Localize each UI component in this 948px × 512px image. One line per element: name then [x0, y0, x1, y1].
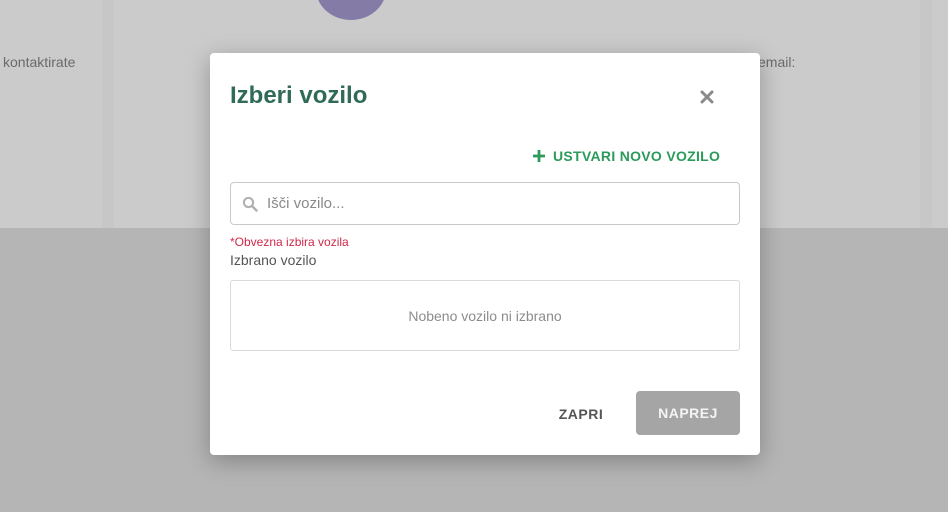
background-contact-text: kontaktirate — [3, 54, 76, 70]
selected-vehicle-box: Nobeno vozilo ni izbrano — [230, 280, 740, 351]
search-icon — [242, 196, 258, 212]
plus-icon — [533, 150, 545, 162]
close-icon[interactable] — [696, 86, 718, 108]
search-field[interactable] — [230, 182, 740, 225]
required-selection-note: *Obvezna izbira vozila — [230, 235, 349, 249]
background-card-right — [932, 0, 948, 228]
select-vehicle-modal: Izberi vozilo USTVARI NOVO VOZILO *Obvez… — [210, 53, 760, 455]
create-new-vehicle-button[interactable]: USTVARI NOVO VOZILO — [532, 146, 720, 166]
close-button[interactable]: ZAPRI — [542, 393, 620, 435]
create-new-vehicle-label: USTVARI NOVO VOZILO — [553, 148, 721, 164]
selected-vehicle-label: Izbrano vozilo — [230, 252, 317, 268]
search-input[interactable] — [267, 188, 727, 219]
background-card-left: kontaktirate — [0, 0, 102, 228]
page: kontaktirate email: Izberi vozilo USTVAR… — [0, 0, 948, 512]
modal-title: Izberi vozilo — [230, 82, 368, 109]
no-vehicle-selected-text: Nobeno vozilo ni izbrano — [408, 307, 562, 324]
background-email-text: email: — [758, 54, 796, 70]
next-button[interactable]: NAPREJ — [636, 391, 740, 435]
